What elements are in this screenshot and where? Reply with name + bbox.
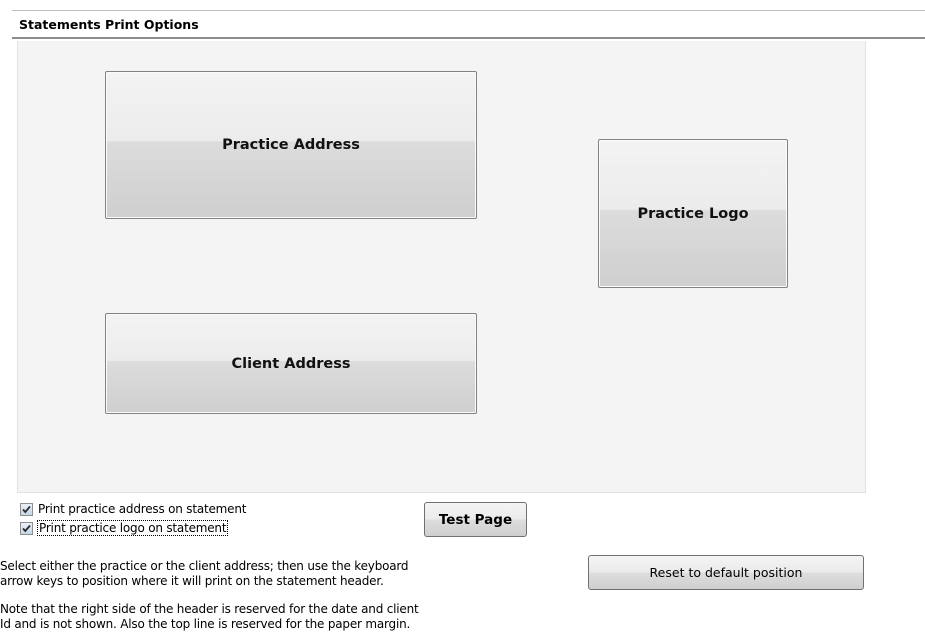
- print-logo-checkbox[interactable]: [20, 521, 33, 535]
- checkmark-icon: [22, 524, 31, 532]
- print-address-label[interactable]: Print practice address on statement: [38, 502, 246, 516]
- practice-address-label: Practice Address: [222, 137, 360, 153]
- client-address-block[interactable]: Client Address: [105, 313, 477, 414]
- test-page-button-label: Test Page: [438, 511, 513, 528]
- print-address-option[interactable]: Print practice address on statement: [20, 502, 246, 516]
- test-page-button[interactable]: Test Page: [424, 502, 527, 537]
- practice-logo-block[interactable]: Practice Logo: [598, 139, 788, 288]
- reserved-area-note: Note that the right side of the header i…: [0, 602, 580, 632]
- practice-address-block[interactable]: Practice Address: [105, 71, 477, 219]
- print-logo-label[interactable]: Print practice logo on statement: [36, 520, 229, 536]
- statement-header-canvas[interactable]: Practice Address Practice Logo Client Ad…: [17, 41, 866, 493]
- note-line: Id and is not shown. Also the top line i…: [0, 617, 411, 631]
- practice-logo-label: Practice Logo: [637, 205, 749, 222]
- print-address-checkbox[interactable]: [20, 502, 33, 516]
- checkmark-icon: [22, 505, 31, 513]
- section-title: Statements Print Options: [12, 10, 925, 39]
- instruction-line: arrow keys to position where it will pri…: [0, 574, 384, 588]
- reset-default-position-label: Reset to default position: [649, 565, 803, 580]
- instructions-text: Select either the practice or the client…: [0, 559, 580, 589]
- instruction-line: Select either the practice or the client…: [0, 559, 409, 573]
- section-title-text: Statements Print Options: [19, 17, 199, 32]
- print-logo-option[interactable]: Print practice logo on statement: [20, 520, 229, 536]
- note-line: Note that the right side of the header i…: [0, 602, 419, 616]
- client-address-label: Client Address: [231, 355, 351, 372]
- reset-default-position-button[interactable]: Reset to default position: [588, 555, 864, 590]
